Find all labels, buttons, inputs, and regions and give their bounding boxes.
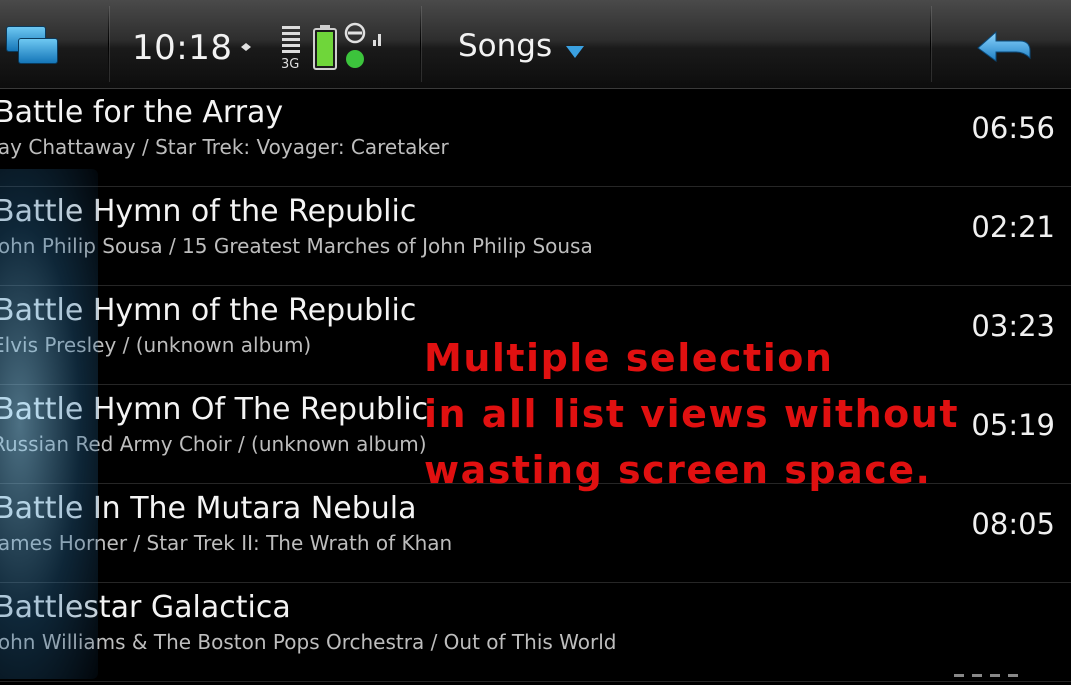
annotation-overlay: Multiple selection in all list views wit… [424, 330, 959, 498]
row-divider [0, 582, 1071, 583]
annotation-line: wasting screen space. [424, 448, 932, 492]
row-divider [0, 186, 1071, 187]
song-artist-album: John Williams & The Boston Pops Orchestr… [0, 630, 617, 654]
presence-status-icon [344, 22, 381, 68]
song-title: Battle Hymn Of The Republic [0, 392, 429, 427]
chevron-down-icon [566, 45, 585, 58]
song-title: Battlestar Galactica [0, 590, 291, 625]
annotation-line: Multiple selection [424, 336, 834, 380]
song-artist-album: Russian Red Army Choir / (unknown album) [0, 432, 427, 456]
annotation-line: in all list views without [424, 392, 959, 436]
song-list-item[interactable]: Battlestar Galactica John Williams & The … [0, 584, 1071, 682]
song-title: Battle Hymn of the Republic [0, 194, 417, 229]
task-switcher-icon[interactable] [6, 24, 60, 68]
song-duration: 03:23 [971, 309, 1055, 343]
song-list-item[interactable]: Battle for the Array Jay Chattaway / Star… [0, 89, 1071, 187]
song-artist-album: Jay Chattaway / Star Trek: Voyager: Care… [0, 135, 449, 159]
3g-signal-icon: 3G [281, 26, 300, 72]
song-artist-album: Elvis Presley / (unknown album) [0, 333, 312, 357]
song-title: Battle for the Array [0, 95, 284, 130]
row-divider [0, 681, 1071, 682]
clock[interactable]: 10:18 [132, 28, 232, 68]
small-dot-indicator-icon [241, 43, 251, 51]
scroll-indicator [954, 674, 1026, 677]
song-duration: 02:21 [971, 210, 1055, 244]
song-duration: 08:05 [971, 507, 1055, 541]
song-artist-album: John Philip Sousa / 15 Greatest Marches … [0, 234, 593, 258]
song-list-item[interactable]: Battle Hymn of the Republic John Philip S… [0, 188, 1071, 286]
song-list-item[interactable]: Battle In The Mutara Nebula James Horner … [0, 485, 1071, 583]
song-title: Battle In The Mutara Nebula [0, 491, 417, 526]
network-type-label: 3G [281, 57, 299, 72]
row-divider [0, 285, 1071, 286]
battery-icon [313, 25, 337, 70]
song-artist-album: James Horner / Star Trek II: The Wrath o… [0, 531, 453, 555]
song-title: Battle Hymn of the Republic [0, 293, 417, 328]
status-bar: 10:18 3G Songs [0, 0, 1071, 89]
song-duration: 06:56 [971, 111, 1055, 145]
song-duration: 05:19 [971, 408, 1055, 442]
view-menu-button[interactable]: Songs [458, 28, 585, 72]
back-arrow-icon[interactable] [974, 28, 1034, 68]
view-title: Songs [458, 28, 553, 64]
